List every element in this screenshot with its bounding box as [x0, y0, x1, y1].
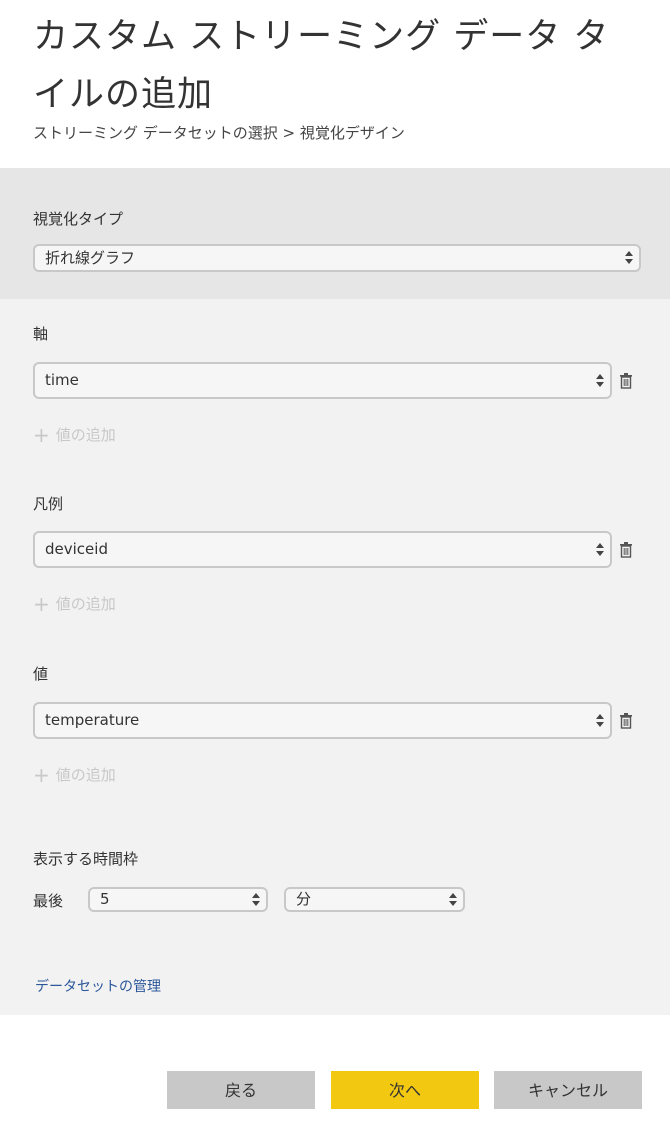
breadcrumb: ストリーミング データセットの選択 > 視覚化デザイン	[33, 124, 405, 142]
cancel-button[interactable]: キャンセル	[494, 1071, 642, 1109]
manage-dataset-link[interactable]: データセットの管理	[35, 976, 161, 996]
select-arrows-icon	[596, 373, 604, 388]
values-value: temperature	[45, 711, 140, 729]
select-arrows-icon	[449, 892, 457, 907]
time-amount-value: 5	[100, 890, 110, 908]
values-select[interactable]: temperature	[33, 702, 612, 739]
add-values-value-button[interactable]: + 値の追加	[33, 763, 116, 787]
select-arrows-icon	[252, 892, 260, 907]
legend-value: deviceid	[45, 540, 108, 558]
next-button[interactable]: 次へ	[331, 1071, 479, 1109]
select-arrows-icon	[596, 713, 604, 728]
axis-label: 軸	[33, 325, 49, 343]
add-legend-value-button[interactable]: + 値の追加	[33, 592, 116, 616]
time-window-label: 表示する時間枠	[33, 850, 139, 868]
time-unit-value: 分	[296, 890, 312, 908]
select-arrows-icon	[625, 251, 633, 265]
axis-select[interactable]: time	[33, 362, 612, 399]
time-amount-select[interactable]: 5	[88, 887, 268, 912]
time-window-prefix: 最後	[33, 892, 64, 910]
visualization-type-value: 折れ線グラフ	[45, 249, 136, 267]
page-title: カスタム ストリーミング データ タイルの追加	[33, 17, 610, 115]
plus-icon: +	[33, 423, 50, 447]
back-button[interactable]: 戻る	[167, 1071, 315, 1109]
legend-label: 凡例	[33, 495, 64, 513]
trash-icon[interactable]	[620, 373, 632, 389]
axis-value: time	[45, 371, 79, 389]
trash-icon[interactable]	[620, 542, 632, 558]
visualization-panel: 視覚化タイプ 折れ線グラフ	[0, 168, 670, 299]
visualization-type-label: 視覚化タイプ	[33, 210, 124, 228]
plus-icon: +	[33, 592, 50, 616]
select-arrows-icon	[596, 542, 604, 557]
visualization-type-select[interactable]: 折れ線グラフ	[33, 244, 641, 272]
plus-icon: +	[33, 763, 50, 787]
trash-icon[interactable]	[620, 713, 632, 729]
legend-select[interactable]: deviceid	[33, 531, 612, 568]
add-axis-value-button[interactable]: + 値の追加	[33, 423, 116, 447]
values-label: 値	[33, 665, 49, 683]
field-panel: 軸 time + 値の追加 凡例 deviceid + 値の追加 値 tempera…	[0, 299, 670, 1015]
time-unit-select[interactable]: 分	[284, 887, 465, 912]
